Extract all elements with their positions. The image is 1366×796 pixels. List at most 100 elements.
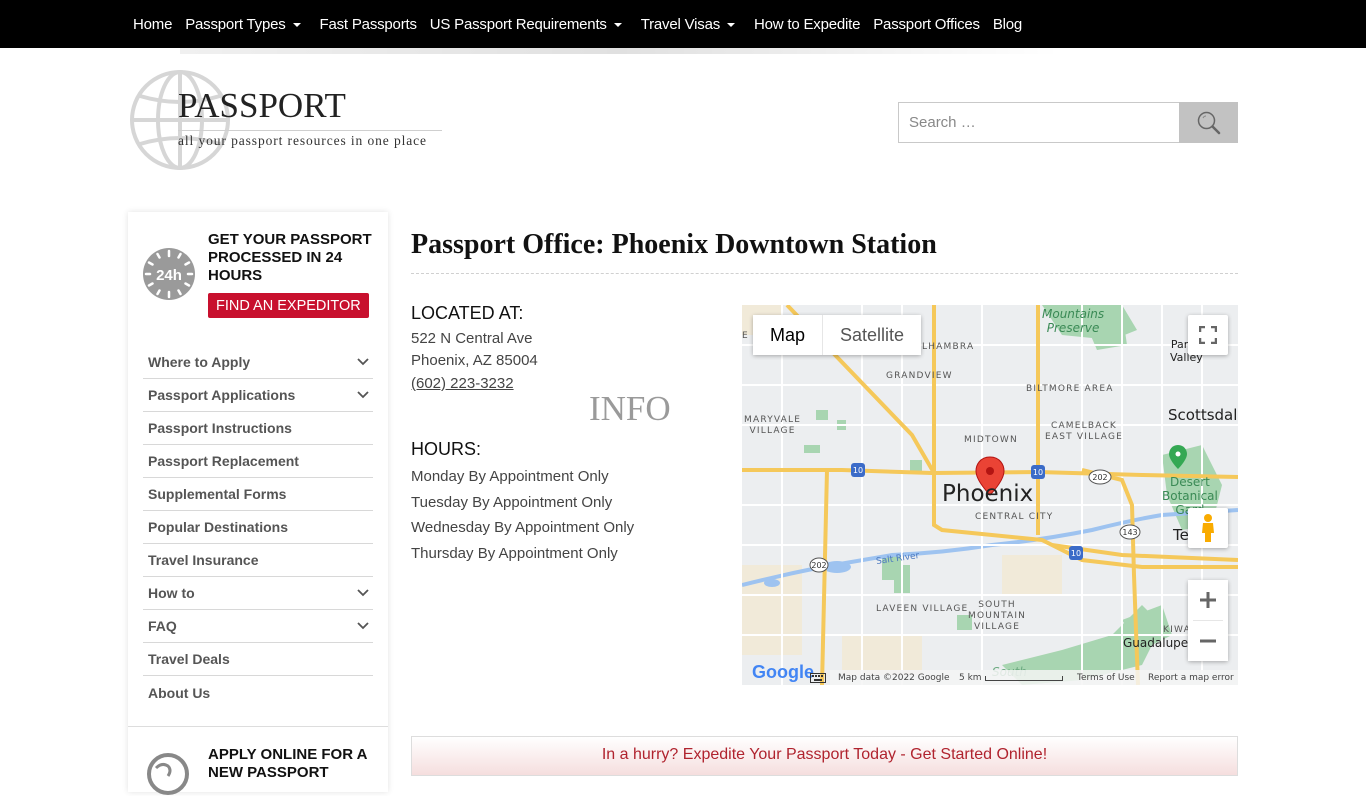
nav-item-us-passport-requirements[interactable]: US Passport Requirements [430, 16, 628, 33]
sidebar-item-label: Supplemental Forms [148, 486, 287, 502]
nav-label: Blog [992, 15, 1023, 33]
sidebar-item-supplemental-forms[interactable]: Supplemental Forms [143, 478, 373, 511]
logo-rule [178, 130, 442, 131]
map-label: GRANDVIEW [886, 371, 953, 381]
map-label: E [742, 331, 749, 341]
expedite-promo: 24h GET YOUR PASSPORT PROCESSED IN 24 HO… [128, 212, 388, 336]
nav-menu: Home Passport Types Fast Passports US Pa… [133, 0, 1035, 48]
top-navigation: Home Passport Types Fast Passports US Pa… [0, 0, 1366, 48]
nav-item-passport-offices[interactable]: Passport Offices [873, 16, 980, 33]
sidebar-item-label: Popular Destinations [148, 519, 289, 535]
title-divider [411, 273, 1238, 274]
sidebar-item-passport-replacement[interactable]: Passport Replacement [143, 445, 373, 478]
svg-text:10: 10 [1071, 549, 1081, 558]
nav-item-fast-passports[interactable]: Fast Passports [320, 16, 417, 33]
map-label: LAVEEN VILLAGE [876, 604, 969, 614]
hours-label: HOURS: [411, 439, 482, 459]
sidebar-item-faq[interactable]: FAQ [143, 610, 373, 643]
chevron-down-icon[interactable] [357, 620, 369, 632]
sidebar-item-label: About Us [148, 684, 211, 701]
nav-label: Fast Passports [319, 15, 417, 33]
report-map-error-link[interactable]: Report a map error [1148, 673, 1234, 683]
keyboard-icon[interactable] [810, 673, 826, 683]
banner-text: In a hurry? Expedite Your Passport Today… [601, 746, 1048, 763]
google-map[interactable]: 10 10 10 202 202 143 E LHAMBRA GRANDVIEW… [742, 305, 1238, 685]
nav-label: Passport Offices [873, 15, 980, 33]
nav-label: Travel Visas [640, 15, 721, 33]
nav-item-how-to-expedite[interactable]: How to Expedite [754, 16, 860, 33]
sidebar-item-label: Where to Apply [148, 354, 251, 370]
sidebar-item-label: Travel Deals [148, 651, 230, 667]
map-label: Scottsdal [1168, 406, 1238, 424]
sidebar-item-passport-instructions[interactable]: Passport Instructions [143, 412, 373, 445]
nav-label: How to Expedite [754, 15, 861, 33]
hours-row: Wednesday By Appointment Only [411, 519, 635, 537]
nav-item-travel-visas[interactable]: Travel Visas [641, 16, 741, 33]
sidebar-item-travel-deals[interactable]: Travel Deals [143, 643, 373, 676]
nav-label: Passport Types [185, 15, 286, 33]
sidebar-item-passport-applications[interactable]: Passport Applications [143, 379, 373, 412]
nav-item-blog[interactable]: Blog [993, 16, 1022, 33]
map-label: BILTMORE AREA [1026, 384, 1114, 394]
nav-label: US Passport Requirements [429, 15, 607, 33]
caret-down-icon [727, 23, 736, 27]
site-logo[interactable]: PASSPORT INFO all your passport resources… [128, 68, 671, 428]
nav-item-passport-types[interactable]: Passport Types [185, 16, 306, 33]
location-info: LOCATED AT: 522 N Central Ave Phoenix, A… [411, 303, 731, 395]
zoom-in-button[interactable] [1188, 580, 1228, 620]
fullscreen-button[interactable] [1188, 315, 1228, 355]
search-form [898, 102, 1238, 143]
find-expeditor-button[interactable]: FIND AN EXPEDITOR [208, 293, 369, 318]
sidebar-item-label: Passport Replacement [148, 453, 299, 469]
address-line-1: 522 N Central Ave [411, 330, 533, 347]
map-type-map-button[interactable]: Map [753, 315, 824, 355]
chevron-down-icon[interactable] [357, 389, 369, 401]
svg-text:10: 10 [1033, 468, 1043, 477]
map-label: MIDTOWN [964, 435, 1018, 445]
sidebar-item-label: How to [148, 585, 195, 601]
map-data-credit: Map data ©2022 Google [838, 673, 950, 683]
chevron-down-icon[interactable] [357, 587, 369, 599]
svg-text:24h: 24h [156, 267, 182, 284]
page-title: Passport Office: Phoenix Downtown Statio… [411, 229, 937, 260]
sidebar-item-about-us[interactable]: About Us [143, 676, 373, 709]
caret-down-icon [292, 23, 301, 27]
apply-online-promo: APPLY ONLINE FOR A NEW PASSPORT [128, 732, 388, 795]
map-label-phoenix: Phoenix [942, 481, 1034, 507]
map-type-satellite-button[interactable]: Satellite [823, 315, 922, 355]
pegman-icon [1202, 514, 1214, 542]
search-input[interactable] [898, 102, 1179, 143]
svg-text:202: 202 [1092, 473, 1107, 482]
sidebar-menu: Where to Apply Passport Applications Pas… [143, 346, 373, 709]
chevron-down-icon[interactable] [357, 356, 369, 368]
expedite-banner[interactable]: In a hurry? Expedite Your Passport Today… [411, 736, 1238, 776]
office-hours: HOURS: Monday By Appointment Only Tuesda… [411, 439, 731, 566]
located-label: LOCATED AT: [411, 303, 524, 323]
sidebar: 24h GET YOUR PASSPORT PROCESSED IN 24 HO… [128, 212, 388, 795]
sidebar-item-where-to-apply[interactable]: Where to Apply [143, 346, 373, 379]
24h-clock-icon: 24h [143, 248, 195, 300]
phone-link[interactable]: (602) 223-3232 [411, 372, 514, 395]
promo2-title: APPLY ONLINE FOR A NEW PASSPORT [208, 746, 367, 781]
sidebar-item-how-to[interactable]: How to [143, 577, 373, 610]
map-label: LHAMBRA [922, 342, 975, 352]
map-scale-label[interactable]: 5 km [959, 673, 982, 683]
sidebar-item-label: Travel Insurance [148, 552, 259, 568]
nav-item-home[interactable]: Home [133, 16, 172, 33]
google-logo[interactable]: Google [752, 662, 814, 683]
map-label: CAMELBACK EAST VILLAGE [1045, 421, 1124, 442]
search-button[interactable] [1179, 102, 1238, 143]
street-view-pegman[interactable] [1188, 508, 1228, 548]
nav-shadow [180, 48, 1060, 54]
svg-text:10: 10 [853, 466, 863, 475]
logo-tagline: all your passport resources in one place [178, 133, 427, 148]
promo-title: GET YOUR PASSPORT PROCESSED IN 24 HOURS [208, 231, 372, 284]
sidebar-item-popular-destinations[interactable]: Popular Destinations [143, 511, 373, 544]
terms-of-use-link[interactable]: Terms of Use [1077, 673, 1135, 683]
map-attribution: Google Map data ©2022 Google 5 km Terms … [742, 662, 1238, 685]
sidebar-item-travel-insurance[interactable]: Travel Insurance [143, 544, 373, 577]
minus-icon [1200, 639, 1216, 643]
zoom-out-button[interactable] [1188, 621, 1228, 661]
search-icon [1197, 111, 1220, 134]
address-line-2: Phoenix, AZ 85004 [411, 352, 538, 369]
